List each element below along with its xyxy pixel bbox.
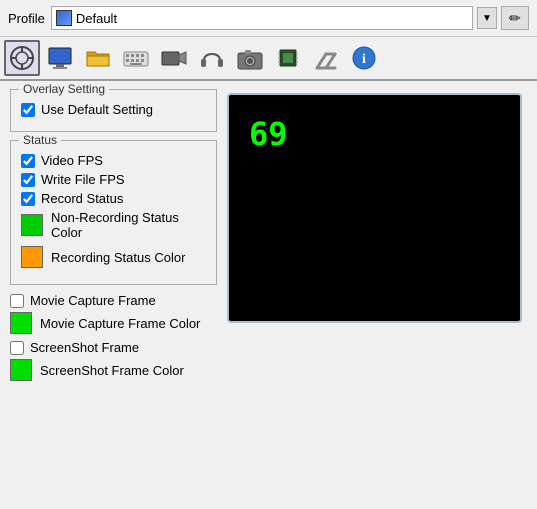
screenshot-frame-label: ScreenShot Frame xyxy=(30,340,139,355)
recording-color-label: Recording Status Color xyxy=(51,250,185,265)
status-group: Status Video FPS Write File FPS Record S… xyxy=(10,140,217,285)
non-recording-color-label: Non-Recording Status Color xyxy=(51,210,206,240)
tools-icon xyxy=(312,44,340,72)
tab-audio[interactable] xyxy=(194,40,230,76)
screenshot-color-swatch[interactable] xyxy=(10,359,32,381)
movie-capture-color-row: Movie Capture Frame Color xyxy=(10,312,217,334)
overlay-setting-title: Overlay Setting xyxy=(19,82,109,96)
profile-select[interactable]: Default xyxy=(51,6,473,30)
screenshot-section: ScreenShot Frame ScreenShot Frame Color xyxy=(10,340,217,381)
overlay-setting-group: Overlay Setting Use Default Setting xyxy=(10,89,217,132)
use-default-checkbox[interactable] xyxy=(21,103,35,117)
top-bar: Profile Default ▼ ✏ xyxy=(0,0,537,36)
record-status-label: Record Status xyxy=(41,191,123,206)
profile-icon xyxy=(56,10,72,26)
toolbar: i xyxy=(0,36,537,81)
left-panel: Overlay Setting Use Default Setting Stat… xyxy=(10,89,217,387)
use-default-label: Use Default Setting xyxy=(41,102,153,117)
movie-capture-color-label: Movie Capture Frame Color xyxy=(40,316,200,331)
movie-capture-frame-label: Movie Capture Frame xyxy=(30,293,156,308)
record-status-row: Record Status xyxy=(21,191,206,206)
movie-capture-color-swatch[interactable] xyxy=(10,312,32,334)
folder-icon xyxy=(84,44,112,72)
profile-label: Profile xyxy=(8,11,45,26)
preview-box: 69 xyxy=(227,93,522,323)
tab-keyboard[interactable] xyxy=(118,40,154,76)
tab-overlay[interactable] xyxy=(4,40,40,76)
tab-display[interactable] xyxy=(42,40,78,76)
profile-select-wrapper: Default ▼ ✏ xyxy=(51,6,529,30)
overlay-icon xyxy=(8,44,36,72)
tab-info[interactable]: i xyxy=(346,40,382,76)
video-fps-label: Video FPS xyxy=(41,153,103,168)
svg-text:i: i xyxy=(362,52,366,67)
profile-edit-button[interactable]: ✏ xyxy=(501,6,529,30)
headphones-icon xyxy=(198,44,226,72)
tab-folder[interactable] xyxy=(80,40,116,76)
tab-hardware[interactable] xyxy=(270,40,306,76)
profile-dropdown-button[interactable]: ▼ xyxy=(477,7,497,29)
preview-number: 69 xyxy=(249,115,288,153)
screenshot-color-label: ScreenShot Frame Color xyxy=(40,363,184,378)
screenshot-frame-checkbox[interactable] xyxy=(10,341,24,355)
movie-capture-section: Movie Capture Frame Movie Capture Frame … xyxy=(10,293,217,334)
status-group-title: Status xyxy=(19,133,61,147)
movie-capture-frame-checkbox[interactable] xyxy=(10,294,24,308)
recording-color-swatch[interactable] xyxy=(21,246,43,268)
tab-video[interactable] xyxy=(156,40,192,76)
camera-icon xyxy=(236,44,264,72)
info-icon: i xyxy=(350,44,378,72)
right-panel: 69 xyxy=(227,89,527,387)
tab-camera[interactable] xyxy=(232,40,268,76)
hardware-icon xyxy=(274,44,302,72)
non-recording-color-row: Non-Recording Status Color xyxy=(21,210,206,240)
write-file-fps-row: Write File FPS xyxy=(21,172,206,187)
video-icon xyxy=(160,44,188,72)
use-default-row: Use Default Setting xyxy=(21,102,206,117)
non-recording-color-swatch[interactable] xyxy=(21,214,43,236)
tab-tools[interactable] xyxy=(308,40,344,76)
recording-color-row: Recording Status Color xyxy=(21,246,206,268)
video-fps-checkbox[interactable] xyxy=(21,154,35,168)
display-icon xyxy=(46,44,74,72)
main-content: Overlay Setting Use Default Setting Stat… xyxy=(0,81,537,395)
screenshot-frame-row: ScreenShot Frame xyxy=(10,340,217,355)
video-fps-row: Video FPS xyxy=(21,153,206,168)
write-file-fps-label: Write File FPS xyxy=(41,172,125,187)
record-status-checkbox[interactable] xyxy=(21,192,35,206)
overlay-setting-section: Overlay Setting Use Default Setting xyxy=(10,89,217,132)
movie-capture-frame-row: Movie Capture Frame xyxy=(10,293,217,308)
keyboard-icon xyxy=(122,44,150,72)
screenshot-color-row: ScreenShot Frame Color xyxy=(10,359,217,381)
profile-name-text: Default xyxy=(76,11,468,26)
write-file-fps-checkbox[interactable] xyxy=(21,173,35,187)
